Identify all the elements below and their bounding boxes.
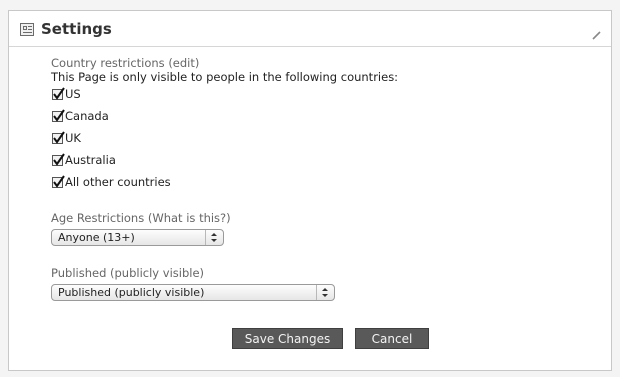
select-arrows-icon [205, 230, 223, 245]
checkbox-label: US [65, 87, 81, 101]
panel-title: Settings [41, 20, 112, 38]
checkbox-uk[interactable] [52, 130, 65, 144]
checkbox-label: All other countries [65, 175, 171, 189]
country-option-uk[interactable]: UK [51, 127, 591, 149]
settings-content: Country restrictions (edit) This Page is… [51, 56, 591, 301]
checkbox-label: Canada [65, 109, 109, 123]
age-restrictions-label[interactable]: Age Restrictions (What is this?) [51, 211, 591, 225]
settings-panel: Settings Country restrictions (edit) Thi… [8, 10, 612, 371]
checkbox-australia[interactable] [52, 152, 65, 166]
country-option-canada[interactable]: Canada [51, 105, 591, 127]
country-option-us[interactable]: US [51, 83, 591, 105]
country-checkbox-list: US Canada UK Australia All other countri… [51, 83, 591, 193]
checkbox-all-other[interactable] [52, 174, 65, 188]
checkbox-label: UK [65, 131, 81, 145]
select-value: Anyone (13+) [58, 231, 135, 244]
pencil-icon[interactable] [592, 25, 601, 40]
select-arrows-icon [316, 285, 334, 300]
country-restrictions-label[interactable]: Country restrictions (edit) [51, 56, 591, 70]
checkbox-canada[interactable] [52, 108, 65, 122]
cancel-button[interactable]: Cancel [355, 328, 429, 349]
select-value: Published (publicly visible) [58, 286, 205, 299]
country-description: This Page is only visible to people in t… [51, 70, 399, 84]
published-label: Published (publicly visible) [51, 266, 205, 280]
checkbox-label: Australia [65, 153, 116, 167]
age-restrictions-select[interactable]: Anyone (13+) [51, 229, 224, 246]
panel-header: Settings [9, 11, 611, 47]
published-select[interactable]: Published (publicly visible) [51, 284, 335, 301]
save-changes-button[interactable]: Save Changes [232, 328, 343, 349]
country-option-australia[interactable]: Australia [51, 149, 591, 171]
country-option-all-other[interactable]: All other countries [51, 171, 591, 193]
settings-panel-icon [20, 23, 34, 36]
checkbox-us[interactable] [52, 86, 65, 100]
